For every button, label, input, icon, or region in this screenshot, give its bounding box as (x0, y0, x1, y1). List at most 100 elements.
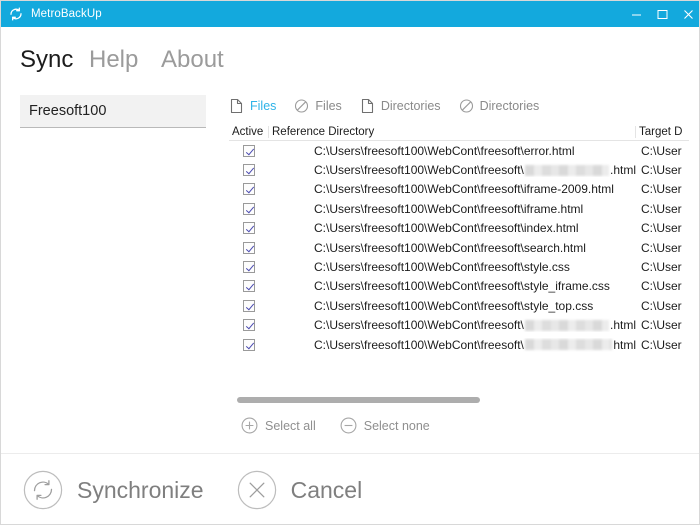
file-list: Active Reference Directory Target D C:\U… (229, 123, 689, 355)
select-all-label: Select all (265, 418, 316, 433)
row-reference-path: C:\Users\freesoft100\WebCont\freesoft\ st… (269, 260, 636, 274)
row-reference-path: C:\Users\freesoft100\WebCont\freesoft\ .h… (269, 163, 636, 177)
tab-help[interactable]: Help (89, 46, 138, 74)
scrollbar-thumb[interactable] (237, 397, 480, 403)
profile-name-input[interactable] (20, 95, 206, 128)
minus-circle-icon (340, 417, 357, 434)
row-target-path: C:\User (641, 279, 682, 294)
row-active-checkbox[interactable] (243, 299, 255, 312)
row-reference-path: C:\Users\freesoft100\WebCont\freesoft\ .h… (269, 318, 636, 332)
row-reference-path: C:\Users\freesoft100\WebCont\freesoft\ st… (269, 299, 636, 313)
table-row[interactable]: C:\Users\freesoft100\WebCont\freesoft\ if… (229, 180, 689, 199)
synchronize-label: Synchronize (77, 476, 204, 503)
row-active-cell (229, 241, 269, 254)
table-row[interactable]: C:\Users\freesoft100\WebCont\freesoft\ st… (229, 277, 689, 296)
row-target-path: C:\User (641, 318, 682, 333)
row-reference-path: C:\Users\freesoft100\WebCont\freesoft\ if… (269, 182, 636, 196)
table-row[interactable]: C:\Users\freesoft100\WebCont\freesoft\ if… (229, 199, 689, 218)
close-button[interactable] (675, 1, 699, 27)
reference-path-suffix: .html (609, 318, 636, 333)
row-active-checkbox[interactable] (243, 222, 255, 235)
row-active-checkbox[interactable] (243, 183, 255, 196)
row-reference-path: C:\Users\freesoft100\WebCont\freesoft\ er… (269, 144, 636, 158)
row-target-path: C:\User (641, 240, 682, 255)
reference-file-name: search.html (523, 240, 586, 255)
cancel-label: Cancel (290, 476, 363, 503)
filter-exclude-directories[interactable]: Directories (459, 98, 539, 114)
close-circle-icon (237, 470, 277, 510)
cancel-button[interactable]: Cancel (237, 470, 363, 510)
row-active-cell (229, 164, 269, 177)
row-active-cell (229, 222, 269, 235)
reference-path-prefix: C:\Users\freesoft100\WebCont\freesoft\ (314, 279, 524, 294)
filter-label: Files (250, 99, 277, 113)
minimize-button[interactable] (623, 1, 649, 27)
row-active-cell (229, 183, 269, 196)
horizontal-scrollbar[interactable] (237, 397, 689, 405)
row-active-checkbox[interactable] (243, 164, 255, 177)
filter-tabs: Files Files Directories Directories (229, 95, 557, 117)
row-active-checkbox[interactable] (243, 241, 255, 254)
reference-file-name: iframe.html (523, 201, 584, 216)
table-row[interactable]: C:\Users\freesoft100\WebCont\freesoft\ st… (229, 296, 689, 315)
row-active-checkbox[interactable] (243, 280, 255, 293)
row-active-cell (229, 280, 269, 293)
table-row[interactable]: C:\Users\freesoft100\WebCont\freesoft\ er… (229, 141, 689, 160)
reference-path-prefix: C:\Users\freesoft100\WebCont\freesoft\ (314, 163, 524, 178)
reference-path-suffix: .html (609, 163, 636, 178)
filter-exclude-files[interactable]: Files (294, 98, 342, 114)
maximize-icon (657, 9, 667, 19)
reference-path-suffix: html (613, 337, 636, 352)
title-bar: MetroBackUp (1, 1, 699, 27)
tab-about[interactable]: About (161, 46, 224, 74)
minimize-icon (631, 14, 641, 15)
row-target-path: C:\User (641, 337, 682, 352)
row-active-cell (229, 338, 269, 351)
action-bar: Synchronize Cancel (1, 453, 699, 524)
redacted-filename (524, 164, 609, 176)
select-none-button[interactable]: Select none (340, 417, 430, 434)
row-active-checkbox[interactable] (243, 202, 255, 215)
table-row[interactable]: C:\Users\freesoft100\WebCont\freesoft\ se… (229, 238, 689, 257)
redacted-filename (524, 319, 609, 331)
filter-label: Directories (380, 99, 441, 113)
column-header-reference[interactable]: Reference Directory (269, 125, 636, 138)
tab-sync[interactable]: Sync (20, 46, 73, 74)
table-row[interactable]: C:\Users\freesoft100\WebCont\freesoft\ .h… (229, 316, 689, 335)
row-active-cell (229, 299, 269, 312)
table-row[interactable]: C:\Users\freesoft100\WebCont\freesoft\ st… (229, 257, 689, 276)
redacted-filename (524, 339, 613, 351)
filter-include-files[interactable]: Files (229, 98, 276, 114)
reference-file-name: index.html (523, 221, 579, 236)
reference-file-name: style_top.css (523, 298, 594, 313)
reference-path-prefix: C:\Users\freesoft100\WebCont\freesoft\ (314, 143, 524, 158)
filter-include-directories[interactable]: Directories (360, 98, 441, 114)
row-active-checkbox[interactable] (243, 338, 255, 351)
table-row[interactable]: C:\Users\freesoft100\WebCont\freesoft\ .h… (229, 160, 689, 179)
directory-exclude-icon (459, 98, 474, 114)
row-active-checkbox[interactable] (243, 144, 255, 157)
row-active-checkbox[interactable] (243, 319, 255, 332)
selection-actions: Select all Select none (241, 417, 454, 434)
reference-path-prefix: C:\Users\freesoft100\WebCont\freesoft\ (314, 318, 524, 333)
select-all-button[interactable]: Select all (241, 417, 316, 434)
row-active-cell (229, 261, 269, 274)
row-reference-path: C:\Users\freesoft100\WebCont\freesoft\ in… (269, 221, 636, 235)
synchronize-button[interactable]: Synchronize (23, 470, 204, 510)
window-controls (623, 1, 699, 27)
maximize-button[interactable] (649, 1, 675, 27)
table-row[interactable]: C:\Users\freesoft100\WebCont\freesoft\ in… (229, 219, 689, 238)
reference-file-name: style.css (523, 260, 570, 275)
reference-file-name: style_iframe.css (523, 279, 610, 294)
filter-label: Files (315, 99, 342, 113)
row-reference-path: C:\Users\freesoft100\WebCont\freesoft\ st… (269, 279, 636, 293)
reference-path-prefix: C:\Users\freesoft100\WebCont\freesoft\ (314, 260, 524, 275)
sync-circle-icon (8, 6, 24, 22)
column-header-target[interactable]: Target D (636, 126, 689, 138)
table-row[interactable]: C:\Users\freesoft100\WebCont\freesoft\ ht… (229, 335, 689, 354)
reference-file-name: iframe-2009.html (523, 182, 614, 197)
column-header-active[interactable]: Active (229, 125, 269, 138)
row-active-checkbox[interactable] (243, 261, 255, 274)
row-target-path: C:\User (641, 298, 682, 313)
row-target-path: C:\User (641, 260, 682, 275)
